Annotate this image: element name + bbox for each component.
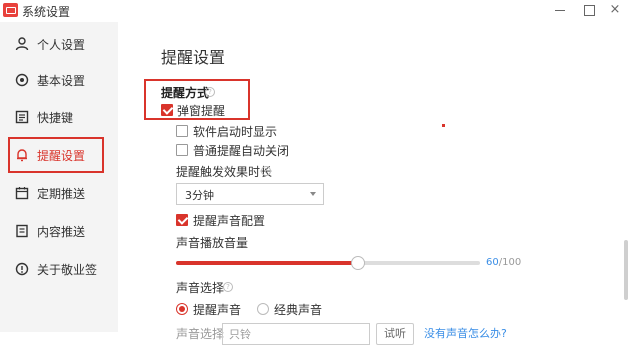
help-icon[interactable]: ? [205,87,215,97]
maximize-button[interactable] [580,1,598,19]
volume-slider[interactable] [176,256,480,270]
bell-icon [17,149,27,162]
title-bar: 系统设置 × [0,0,640,22]
user-icon [15,37,29,51]
sidebar-item-personal[interactable]: 个人设置 [0,26,118,62]
no-sound-help-link[interactable]: 没有声音怎么办? [424,325,507,341]
volume-value: 60 [486,257,499,268]
sidebar-item-scheduled-push[interactable]: 定期推送 [0,175,118,211]
sidebar-item-content-push[interactable]: 内容推送 [0,213,118,249]
keyboard-icon [15,110,29,124]
info-icon [15,262,29,276]
sidebar: 个人设置 基本设置 快捷键 提醒设置 定期推送 内容推送 关于敬业签 [0,22,118,332]
close-button[interactable]: × [606,1,624,19]
sidebar-item-label: 基本设置 [37,73,86,88]
chevron-down-icon [310,192,316,196]
main-panel: 提醒设置 提醒方式 ? 弹窗提醒 软件启动时显示 普通提醒自动关闭 提醒触发效果… [118,22,640,345]
volume-readout: 60/100 [486,257,521,268]
partial-row-value: 只铃 [229,328,251,341]
radio-reminder-sound-label: 提醒声音 [193,303,242,317]
volume-slider-thumb[interactable] [351,256,366,270]
show-on-startup-checkbox[interactable] [176,125,188,137]
volume-max: /100 [498,257,522,268]
calendar-icon [15,187,29,200]
sound-config-checkbox[interactable] [176,214,188,226]
sidebar-item-label: 关于敬业签 [37,262,98,277]
scrollbar[interactable] [624,240,628,300]
preview-sound-button[interactable]: 试听 [376,323,414,345]
effect-duration-select[interactable]: 3分钟 [176,183,324,205]
partial-row-label: 声音选择 [176,327,225,341]
page-title: 提醒设置 [161,48,226,67]
app-logo-icon [3,3,18,17]
sidebar-item-reminder[interactable]: 提醒设置 [0,137,118,173]
auto-close-checkbox[interactable] [176,144,188,156]
popup-reminder-label: 弹窗提醒 [177,104,226,118]
radio-reminder-sound[interactable] [176,303,188,315]
volume-slider-fill [176,261,359,265]
volume-label: 声音播放音量 [176,236,249,250]
minimize-button[interactable] [551,1,569,19]
sound-choice-label: 声音选择 [176,281,225,295]
document-icon [16,224,28,238]
effect-duration-value: 3分钟 [185,189,214,202]
effect-duration-label: 提醒触发效果时长 [176,165,273,179]
sidebar-item-basic[interactable]: 基本设置 [0,62,118,98]
radio-classic-sound-label: 经典声音 [274,303,323,317]
sidebar-item-about[interactable]: 关于敬业签 [0,251,118,287]
section-title: 提醒方式 [161,86,210,100]
sidebar-item-shortcuts[interactable]: 快捷键 [0,99,118,135]
sound-config-label: 提醒声音配置 [193,214,266,228]
sidebar-item-label: 提醒设置 [37,148,86,163]
popup-reminder-checkbox[interactable] [161,104,173,116]
help-icon[interactable]: ? [261,166,271,176]
help-icon[interactable]: ? [223,282,233,292]
sidebar-item-label: 快捷键 [37,110,74,125]
partial-row-select[interactable]: 只铃 [222,323,370,345]
target-icon [15,73,29,87]
sidebar-item-label: 个人设置 [37,37,86,52]
auto-close-label: 普通提醒自动关闭 [193,144,290,158]
radio-classic-sound[interactable] [257,303,269,315]
red-dot [442,124,445,127]
window-title: 系统设置 [22,5,71,19]
sidebar-item-label: 内容推送 [37,224,86,239]
show-on-startup-label: 软件启动时显示 [193,125,278,139]
sidebar-item-label: 定期推送 [37,186,86,201]
